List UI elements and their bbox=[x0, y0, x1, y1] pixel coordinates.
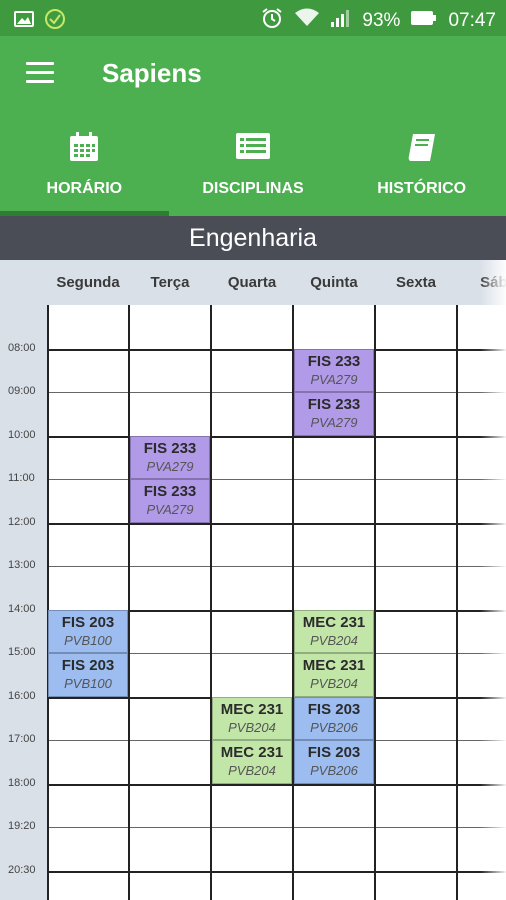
course-code: MEC 231 bbox=[302, 613, 366, 631]
time-label: 08:00 bbox=[8, 341, 36, 354]
course-code: FIS 233 bbox=[307, 352, 361, 370]
alarm-icon bbox=[260, 6, 284, 36]
tab-historico[interactable]: HISTÓRICO bbox=[337, 118, 506, 216]
time-label: 20:30 bbox=[8, 863, 36, 876]
class-cell[interactable]: FIS 203 PVB206 bbox=[294, 740, 374, 784]
course-code: FIS 203 bbox=[61, 657, 115, 674]
day-header: Quarta bbox=[227, 274, 277, 291]
status-bar: 93% 07:47 bbox=[0, 0, 506, 36]
menu-icon[interactable] bbox=[26, 62, 54, 86]
room-code: PVA279 bbox=[146, 458, 194, 474]
grid-line bbox=[47, 870, 506, 873]
signal-icon bbox=[330, 8, 352, 34]
course-code: MEC 231 bbox=[302, 657, 366, 674]
course-code: FIS 233 bbox=[307, 396, 361, 413]
calendar-icon bbox=[67, 130, 101, 169]
timetable: Segunda Terça Quarta Quinta Sexta Sába 08:00 0… bbox=[0, 260, 506, 900]
day-header: Sába bbox=[480, 274, 506, 291]
tab-horario-label: HORÁRIO bbox=[46, 180, 123, 197]
tab-disciplinas[interactable]: DISCIPLINAS bbox=[169, 118, 338, 216]
course-code: FIS 233 bbox=[143, 439, 197, 457]
clock: 07:47 bbox=[448, 10, 496, 31]
grid-line bbox=[47, 305, 49, 900]
time-label: 14:00 bbox=[8, 602, 36, 615]
class-cell[interactable]: FIS 203 PVB206 bbox=[294, 696, 374, 740]
room-code: PVB204 bbox=[310, 676, 358, 691]
grid-line bbox=[128, 305, 130, 900]
class-cell[interactable]: FIS 233 PVA279 bbox=[294, 392, 374, 436]
book-icon bbox=[405, 130, 439, 169]
room-code: PVB206 bbox=[310, 763, 358, 778]
gallery-notification-icon bbox=[14, 11, 34, 32]
time-label: 12:00 bbox=[8, 515, 36, 528]
course-code: MEC 231 bbox=[220, 700, 284, 718]
course-code: FIS 203 bbox=[307, 744, 361, 761]
grid-line bbox=[47, 392, 506, 393]
app-bar: Sapiens bbox=[0, 36, 506, 118]
wifi-icon bbox=[294, 7, 320, 35]
day-header: Quinta bbox=[310, 274, 358, 291]
course-code: FIS 203 bbox=[307, 700, 361, 718]
class-cell[interactable]: MEC 231 PVB204 bbox=[212, 696, 292, 740]
grid-line bbox=[47, 479, 506, 480]
tab-bar: HORÁRIO DISCIPLINAS HISTÓRICO bbox=[0, 118, 506, 216]
room-code: PVB204 bbox=[310, 632, 358, 648]
battery-percent: 93% bbox=[362, 10, 401, 31]
class-cell[interactable]: MEC 231 PVB204 bbox=[294, 609, 374, 653]
room-code: PVB100 bbox=[64, 632, 112, 648]
grid-line bbox=[47, 783, 506, 786]
time-label: 19:20 bbox=[8, 820, 36, 832]
grid-line bbox=[47, 827, 506, 828]
grid-line bbox=[210, 305, 212, 900]
time-label: 15:00 bbox=[8, 646, 36, 658]
room-code: PVB204 bbox=[228, 763, 276, 778]
grid-line bbox=[47, 566, 506, 567]
class-cell[interactable]: FIS 233 PVA279 bbox=[130, 435, 210, 479]
class-cell[interactable]: FIS 203 PVB100 bbox=[48, 609, 128, 653]
grid-line bbox=[456, 305, 458, 900]
room-code: PVA279 bbox=[146, 502, 194, 517]
time-label: 11:00 bbox=[8, 472, 35, 484]
day-header: Segunda bbox=[56, 274, 120, 291]
time-label: 18:00 bbox=[8, 776, 36, 789]
time-label: 10:00 bbox=[8, 428, 36, 441]
room-code: PVB206 bbox=[310, 719, 358, 735]
room-code: PVA279 bbox=[310, 415, 358, 430]
day-header: Sexta bbox=[395, 274, 437, 291]
grid-line bbox=[47, 348, 506, 351]
room-code: PVB100 bbox=[64, 676, 112, 691]
app-title: Sapiens bbox=[102, 58, 202, 88]
list-icon bbox=[234, 130, 272, 167]
course-code: FIS 203 bbox=[61, 613, 115, 631]
grid-line bbox=[47, 522, 506, 525]
time-label: 09:00 bbox=[8, 385, 36, 397]
tab-historico-label: HISTÓRICO bbox=[377, 180, 467, 197]
course-code: MEC 231 bbox=[220, 744, 284, 761]
time-label: 16:00 bbox=[8, 689, 36, 702]
time-label: 17:00 bbox=[8, 733, 36, 745]
course-code: FIS 233 bbox=[143, 483, 197, 500]
check-circle-icon bbox=[44, 8, 66, 35]
day-header: Terça bbox=[150, 274, 190, 291]
room-code: PVA279 bbox=[310, 371, 358, 387]
grid-line bbox=[47, 435, 506, 438]
class-cell[interactable]: FIS 203 PVB100 bbox=[48, 653, 128, 697]
class-cell[interactable]: FIS 233 PVA279 bbox=[294, 348, 374, 392]
class-cell[interactable]: FIS 233 PVA279 bbox=[130, 479, 210, 523]
tab-horario[interactable]: HORÁRIO bbox=[0, 118, 169, 216]
class-cell[interactable]: MEC 231 PVB204 bbox=[294, 653, 374, 697]
section-title: Engenharia bbox=[0, 216, 506, 260]
battery-icon bbox=[410, 9, 438, 33]
timetable-grid: FIS 233 PVA279 FIS 233 PVA279 FIS 233 PVA279 F… bbox=[47, 305, 506, 900]
room-code: PVB204 bbox=[228, 719, 276, 735]
tab-disciplinas-label: DISCIPLINAS bbox=[202, 180, 304, 197]
class-cell[interactable]: MEC 231 PVB204 bbox=[212, 740, 292, 784]
grid-line bbox=[374, 305, 376, 900]
time-label: 13:00 bbox=[8, 559, 36, 571]
